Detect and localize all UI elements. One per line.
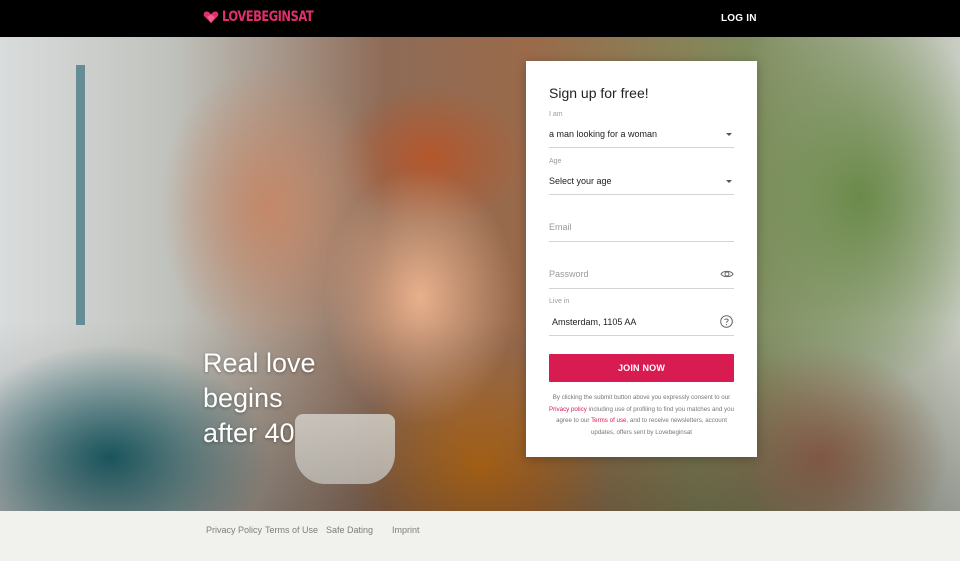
location-field[interactable]: Live in Amsterdam, 1105 AA bbox=[549, 297, 734, 336]
tagline-line: begins bbox=[203, 383, 283, 413]
logo-text: LOVEBEGINSAT bbox=[222, 9, 314, 25]
terms-of-use-link[interactable]: Terms of use bbox=[591, 417, 626, 424]
age-select[interactable]: Age Select your age bbox=[549, 156, 734, 195]
footer-link-safe-dating[interactable]: Safe Dating bbox=[326, 525, 373, 535]
location-value: Amsterdam, 1105 AA bbox=[552, 317, 637, 327]
gender-value: a man looking for a woman bbox=[549, 129, 658, 139]
logo[interactable]: LOVEBEGINSAT bbox=[203, 9, 333, 25]
signup-form: Sign up for free! I am a man looking for… bbox=[526, 61, 757, 457]
footer-link-imprint[interactable]: Imprint bbox=[392, 525, 420, 535]
login-link[interactable]: LOG IN bbox=[721, 13, 757, 24]
eye-icon[interactable] bbox=[720, 269, 734, 279]
signup-title: Sign up for free! bbox=[549, 85, 649, 101]
hero-shade bbox=[0, 37, 960, 511]
gender-select[interactable]: I am a man looking for a woman bbox=[549, 109, 734, 148]
tagline-line: after 40 bbox=[203, 418, 295, 448]
caret-down-icon bbox=[726, 180, 732, 183]
email-placeholder: Email bbox=[549, 222, 572, 232]
email-field[interactable]: Email bbox=[549, 203, 734, 242]
caret-down-icon bbox=[726, 133, 732, 136]
top-navigation-bar: LOVEBEGINSAT LOG IN bbox=[0, 0, 960, 37]
privacy-policy-link[interactable]: Privacy policy bbox=[549, 406, 587, 413]
footer-link-terms-of-use[interactable]: Terms of Use bbox=[265, 525, 318, 535]
password-placeholder: Password bbox=[549, 269, 589, 279]
heart-icon bbox=[203, 11, 219, 23]
age-label: Age bbox=[549, 158, 562, 165]
legal-text: By clicking the submit button above you … bbox=[552, 394, 731, 401]
legal-consent-text: By clicking the submit button above you … bbox=[546, 392, 737, 438]
join-now-button[interactable]: JOIN NOW bbox=[549, 354, 734, 382]
gender-label: I am bbox=[549, 111, 563, 118]
age-value: Select your age bbox=[549, 176, 612, 186]
hero-tagline: Real love begins after 40 bbox=[203, 346, 316, 451]
hero-image bbox=[0, 37, 960, 511]
location-label: Live in bbox=[549, 298, 570, 305]
tagline-line: Real love bbox=[203, 348, 316, 378]
help-icon[interactable] bbox=[720, 315, 733, 328]
password-field[interactable]: Password bbox=[549, 250, 734, 289]
footer-link-privacy-policy[interactable]: Privacy Policy bbox=[206, 525, 262, 535]
